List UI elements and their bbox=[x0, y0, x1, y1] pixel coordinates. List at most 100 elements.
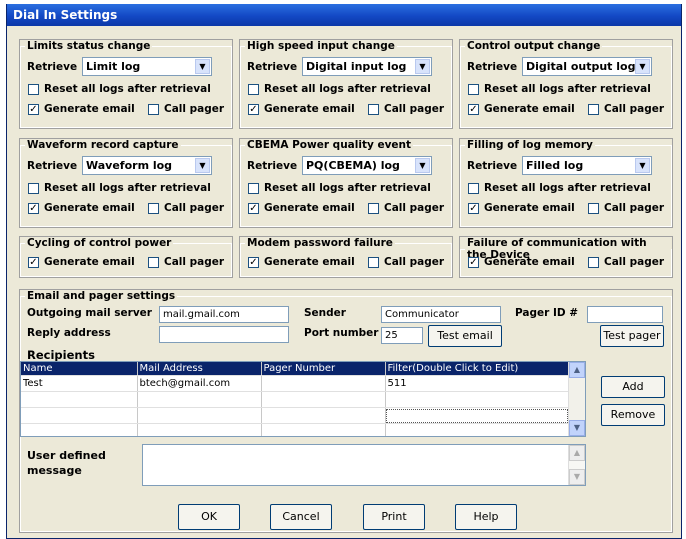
call-pager-checkbox[interactable]: Call pager bbox=[148, 202, 224, 214]
recipient-pager-cell[interactable] bbox=[261, 375, 386, 392]
recipient-mail-cell[interactable]: btech@gmail.com bbox=[137, 375, 262, 392]
filter-edit-cell[interactable] bbox=[385, 407, 570, 424]
generate-email-checkbox[interactable]: ✓ Generate email bbox=[28, 103, 135, 115]
retrieve-select[interactable]: Digital input log ▼ bbox=[302, 57, 432, 76]
empty-cell[interactable] bbox=[261, 423, 386, 436]
checkbox-icon[interactable]: ✓ bbox=[468, 103, 479, 115]
cancel-button[interactable]: Cancel bbox=[270, 504, 332, 530]
chevron-down-icon[interactable]: ▼ bbox=[635, 158, 650, 173]
test-email-button[interactable]: Test email bbox=[428, 325, 502, 347]
call-pager-checkbox[interactable]: Call pager bbox=[368, 202, 444, 214]
checkbox-icon[interactable]: ✓ bbox=[28, 103, 39, 115]
column-header-name[interactable]: Name bbox=[21, 362, 138, 376]
checkbox-icon[interactable] bbox=[248, 83, 259, 95]
table-row[interactable] bbox=[21, 407, 570, 424]
checkbox-icon[interactable] bbox=[588, 256, 599, 268]
retrieve-select[interactable]: Limit log ▼ bbox=[82, 57, 212, 76]
print-button[interactable]: Print bbox=[363, 504, 425, 530]
column-header-mail-address[interactable]: Mail Address bbox=[137, 362, 262, 376]
reply-address-input[interactable] bbox=[159, 326, 289, 343]
scroll-up-icon[interactable]: ▲ bbox=[569, 445, 585, 461]
table-row[interactable]: Test btech@gmail.com 511 bbox=[21, 375, 570, 392]
chevron-down-icon[interactable]: ▼ bbox=[635, 59, 650, 74]
checkbox-icon[interactable]: ✓ bbox=[248, 256, 259, 268]
checkbox-icon[interactable] bbox=[588, 103, 599, 115]
checkbox-icon[interactable]: ✓ bbox=[248, 202, 259, 214]
reset-logs-checkbox[interactable]: Reset all logs after retrieval bbox=[248, 83, 431, 95]
checkbox-icon[interactable] bbox=[248, 182, 259, 194]
chevron-down-icon[interactable]: ▼ bbox=[415, 59, 430, 74]
generate-email-checkbox[interactable]: ✓ Generate email bbox=[28, 256, 135, 268]
recipient-filter-cell[interactable]: 511 bbox=[385, 375, 570, 392]
empty-cell[interactable] bbox=[137, 407, 262, 424]
reset-logs-checkbox[interactable]: Reset all logs after retrieval bbox=[28, 83, 211, 95]
generate-email-checkbox[interactable]: ✓ Generate email bbox=[28, 202, 135, 214]
call-pager-checkbox[interactable]: Call pager bbox=[148, 256, 224, 268]
outgoing-mail-server-input[interactable]: mail.gmail.com bbox=[159, 306, 289, 323]
call-pager-checkbox[interactable]: Call pager bbox=[148, 103, 224, 115]
test-pager-button[interactable]: Test pager bbox=[600, 325, 664, 347]
call-pager-checkbox[interactable]: Call pager bbox=[368, 103, 444, 115]
scroll-up-icon[interactable]: ▲ bbox=[569, 362, 585, 378]
chevron-down-icon[interactable]: ▼ bbox=[415, 158, 430, 173]
generate-email-checkbox[interactable]: ✓ Generate email bbox=[468, 103, 575, 115]
chevron-down-icon[interactable]: ▼ bbox=[195, 59, 210, 74]
scroll-down-icon[interactable]: ▼ bbox=[569, 469, 585, 485]
checkbox-icon[interactable] bbox=[28, 83, 39, 95]
empty-cell[interactable] bbox=[261, 407, 386, 424]
checkbox-icon[interactable]: ✓ bbox=[468, 202, 479, 214]
checkbox-icon[interactable] bbox=[148, 103, 159, 115]
recipient-name-cell[interactable]: Test bbox=[21, 375, 138, 392]
call-pager-checkbox[interactable]: Call pager bbox=[588, 202, 664, 214]
remove-recipient-button[interactable]: Remove bbox=[601, 404, 665, 426]
call-pager-checkbox[interactable]: Call pager bbox=[588, 256, 664, 268]
empty-cell[interactable] bbox=[137, 423, 262, 436]
generate-email-checkbox[interactable]: ✓ Generate email bbox=[468, 202, 575, 214]
scroll-down-icon[interactable]: ▼ bbox=[569, 420, 585, 436]
reset-logs-checkbox[interactable]: Reset all logs after retrieval bbox=[248, 182, 431, 194]
pager-id-input[interactable] bbox=[587, 306, 663, 323]
retrieve-select[interactable]: Filled log ▼ bbox=[522, 156, 652, 175]
ok-button[interactable]: OK bbox=[178, 504, 240, 530]
checkbox-icon[interactable]: ✓ bbox=[28, 256, 39, 268]
add-recipient-button[interactable]: Add bbox=[601, 376, 665, 398]
checkbox-icon[interactable] bbox=[28, 182, 39, 194]
retrieve-select[interactable]: Digital output log ▼ bbox=[522, 57, 652, 76]
generate-email-checkbox[interactable]: ✓ Generate email bbox=[248, 256, 355, 268]
generate-email-checkbox[interactable]: ✓ Generate email bbox=[248, 103, 355, 115]
empty-cell[interactable] bbox=[21, 391, 138, 408]
checkbox-icon[interactable] bbox=[588, 202, 599, 214]
empty-cell[interactable] bbox=[261, 391, 386, 408]
empty-cell[interactable] bbox=[385, 391, 570, 408]
sender-input[interactable]: Communicator bbox=[381, 306, 501, 323]
call-pager-checkbox[interactable]: Call pager bbox=[368, 256, 444, 268]
checkbox-icon[interactable] bbox=[148, 256, 159, 268]
message-scrollbar[interactable]: ▲ ▼ bbox=[568, 445, 585, 485]
reset-logs-checkbox[interactable]: Reset all logs after retrieval bbox=[468, 83, 651, 95]
checkbox-icon[interactable] bbox=[468, 182, 479, 194]
checkbox-icon[interactable] bbox=[468, 83, 479, 95]
checkbox-icon[interactable] bbox=[368, 256, 379, 268]
checkbox-icon[interactable]: ✓ bbox=[28, 202, 39, 214]
empty-cell[interactable] bbox=[21, 423, 138, 436]
generate-email-checkbox[interactable]: ✓ Generate email bbox=[468, 256, 575, 268]
checkbox-icon[interactable] bbox=[368, 202, 379, 214]
help-button[interactable]: Help bbox=[455, 504, 517, 530]
table-row[interactable] bbox=[21, 391, 570, 408]
retrieve-select[interactable]: PQ(CBEMA) log ▼ bbox=[302, 156, 432, 175]
column-header-filter[interactable]: Filter(Double Click to Edit) bbox=[385, 362, 570, 376]
checkbox-icon[interactable]: ✓ bbox=[468, 256, 479, 268]
reset-logs-checkbox[interactable]: Reset all logs after retrieval bbox=[28, 182, 211, 194]
user-defined-message-input[interactable]: ▲ ▼ bbox=[142, 444, 586, 486]
generate-email-checkbox[interactable]: ✓ Generate email bbox=[248, 202, 355, 214]
call-pager-checkbox[interactable]: Call pager bbox=[588, 103, 664, 115]
column-header-pager-number[interactable]: Pager Number bbox=[261, 362, 386, 376]
empty-cell[interactable] bbox=[385, 423, 570, 436]
recipients-table[interactable]: Name Mail Address Pager Number Filter(Do… bbox=[20, 361, 586, 437]
empty-cell[interactable] bbox=[137, 391, 262, 408]
checkbox-icon[interactable]: ✓ bbox=[248, 103, 259, 115]
port-number-input[interactable]: 25 bbox=[381, 327, 423, 344]
checkbox-icon[interactable] bbox=[368, 103, 379, 115]
retrieve-select[interactable]: Waveform log ▼ bbox=[82, 156, 212, 175]
chevron-down-icon[interactable]: ▼ bbox=[195, 158, 210, 173]
